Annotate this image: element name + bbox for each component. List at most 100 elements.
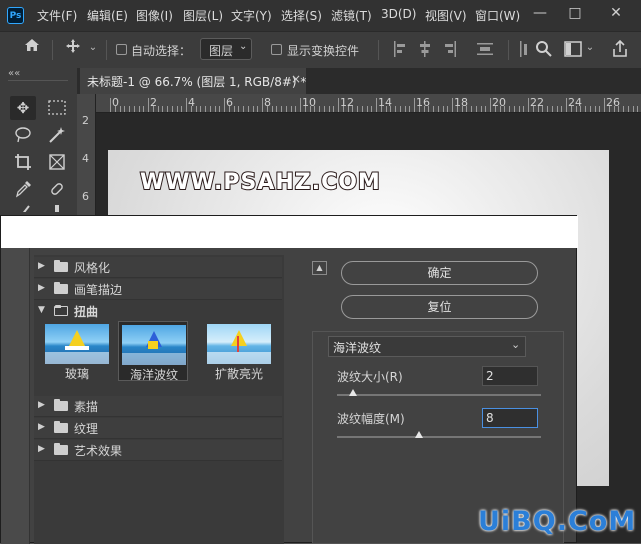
filter-thumb-label: 扩散亮光 — [214, 367, 263, 381]
menu-file[interactable]: 文件(F) — [37, 7, 77, 24]
filter-select-dropdown[interactable]: 海洋波纹 ⌄ — [328, 336, 526, 357]
ripple-magnitude-slider-handle[interactable] — [414, 431, 423, 438]
menu-image[interactable]: 图像(I) — [136, 7, 173, 24]
marquee-tool-icon[interactable] — [44, 96, 70, 120]
ripple-magnitude-input[interactable]: 8 — [482, 408, 538, 428]
glass-filter-preview — [45, 324, 109, 364]
menu-bar: Ps 文件(F) 编辑(E) 图像(I) 图层(L) 文字(Y) 选择(S) 滤… — [0, 0, 641, 31]
lasso-tool-icon[interactable] — [10, 123, 36, 147]
move-tool-icon[interactable]: ✥ — [10, 96, 36, 120]
expand-arrow-icon: ▶ — [38, 400, 45, 410]
category-label: 艺术效果 — [74, 444, 123, 458]
close-tab-icon[interactable]: × — [291, 72, 301, 86]
workspace-layout-icon[interactable] — [564, 41, 582, 60]
category-stylize[interactable]: ▶ 风格化 — [34, 257, 282, 278]
menu-window[interactable]: 窗口(W) — [475, 7, 520, 24]
chevron-down-icon: ⌄ — [511, 338, 521, 351]
collapse-panel-icon[interactable]: «« — [8, 68, 20, 79]
category-label: 画笔描边 — [74, 283, 123, 297]
chevron-up-icon: ▲ — [316, 263, 323, 272]
ocean-ripple-filter-preview — [122, 325, 186, 365]
eyedropper-tool-icon[interactable] — [10, 177, 36, 201]
ok-button[interactable]: 确定 — [341, 261, 538, 285]
frame-tool-icon[interactable] — [44, 150, 70, 174]
ripple-magnitude-label: 波纹幅度(M) — [337, 412, 405, 426]
align-top-icon[interactable] — [519, 41, 533, 60]
collapse-gallery-button[interactable]: ▲ — [312, 261, 327, 275]
category-label: 扭曲 — [74, 305, 99, 319]
document-text-layer: WWW.PSAHZ.COM — [139, 169, 381, 196]
menu-type[interactable]: 文字(Y) — [231, 7, 272, 24]
menu-edit[interactable]: 编辑(E) — [87, 7, 128, 24]
align-right-icon[interactable] — [443, 41, 457, 60]
filter-preview-area — [1, 216, 578, 248]
folder-icon — [54, 260, 68, 272]
filter-thumb-label: 海洋波纹 — [129, 368, 178, 382]
filter-thumb-glass[interactable]: 玻璃 — [42, 321, 112, 381]
brush-tool-icon[interactable] — [10, 204, 36, 212]
expand-arrow-icon: ▶ — [38, 422, 45, 432]
home-icon[interactable] — [22, 38, 42, 58]
ruler-tick-label: 4 — [82, 152, 89, 165]
category-label: 素描 — [74, 400, 99, 414]
minimize-button[interactable]: — — [520, 2, 560, 24]
category-distort[interactable]: ▼ 扭曲 — [34, 301, 282, 321]
align-center-icon[interactable] — [418, 41, 432, 60]
expand-arrow-icon: ▶ — [38, 283, 45, 293]
maximize-button[interactable]: □ — [555, 2, 595, 24]
photoshop-app-icon[interactable]: Ps — [7, 7, 24, 24]
search-icon[interactable] — [535, 40, 553, 61]
menu-select[interactable]: 选择(S) — [281, 7, 322, 24]
folder-icon — [54, 443, 68, 455]
horizontal-ruler: 0 2 4 6 8 10 12 14 16 18 20 22 24 26 — [95, 94, 641, 113]
show-transform-checkbox[interactable] — [271, 44, 282, 55]
preview-side-panel — [1, 248, 30, 544]
ripple-size-label: 波纹大小(R) — [337, 370, 403, 384]
filter-thumb-diffuse-glow[interactable]: 扩散亮光 — [204, 321, 274, 381]
crop-tool-icon[interactable] — [10, 150, 36, 174]
tab-document[interactable]: 未标题-1 @ 66.7% (图层 1, RGB/8#) * × — [80, 68, 307, 94]
sailboat-icon — [231, 330, 247, 346]
menu-3d[interactable]: 3D(D) — [381, 7, 416, 21]
collapse-arrow-icon: ▼ — [38, 305, 45, 315]
ripple-size-slider-track[interactable] — [337, 394, 541, 396]
filter-thumb-ocean-ripple[interactable]: 海洋波纹 — [118, 321, 188, 382]
chevron-down-icon[interactable]: ⌄ — [584, 38, 596, 58]
distribute-icon[interactable] — [477, 41, 493, 60]
filter-thumb-label: 玻璃 — [64, 367, 89, 381]
move-tool-icon[interactable] — [62, 38, 84, 60]
ruler-tick-label: 6 — [82, 190, 89, 203]
ripple-size-slider-handle[interactable] — [349, 389, 358, 396]
close-window-button[interactable]: ✕ — [596, 2, 636, 24]
align-left-icon[interactable] — [393, 41, 407, 60]
category-label: 风格化 — [74, 261, 111, 275]
share-icon[interactable] — [612, 39, 628, 61]
stamp-tool-icon[interactable] — [44, 204, 70, 212]
ripple-size-input[interactable]: 2 — [482, 366, 538, 386]
category-sketch[interactable]: ▶ 素描 — [34, 396, 282, 417]
chevron-down-icon[interactable]: ⌄ — [86, 38, 100, 58]
auto-select-checkbox[interactable] — [116, 44, 127, 55]
reset-button[interactable]: 复位 — [341, 295, 538, 319]
menu-filter[interactable]: 滤镜(T) — [331, 7, 372, 24]
magic-wand-tool-icon[interactable] — [44, 123, 70, 147]
category-brush-strokes[interactable]: ▶ 画笔描边 — [34, 279, 282, 300]
ripple-magnitude-slider-track[interactable] — [337, 436, 541, 438]
options-bar: ⌄ 自动选择： 图层 ⌄ 显示变换控件 ⌄ — [0, 31, 641, 69]
healing-brush-tool-icon[interactable] — [44, 177, 70, 201]
expand-arrow-icon: ▶ — [38, 444, 45, 454]
auto-select-label: 自动选择： — [131, 44, 192, 58]
document-tab-bar: 未标题-1 @ 66.7% (图层 1, RGB/8#) * × — [77, 68, 641, 94]
filter-category-list: ▶ 风格化 ▶ 画笔描边 ▼ 扭曲 玻璃 海洋波纹 扩散亮光 ▶ 素描 ▶ 纹理… — [34, 255, 284, 544]
menu-layer[interactable]: 图层(L) — [183, 7, 223, 24]
folder-icon — [54, 282, 68, 294]
layer-select-dropdown[interactable]: 图层 ⌄ — [200, 38, 252, 60]
menu-view[interactable]: 视图(V) — [425, 7, 467, 24]
category-texture[interactable]: ▶ 纹理 — [34, 418, 282, 439]
diffuse-glow-filter-preview — [207, 324, 271, 364]
sailboat-icon — [69, 330, 85, 346]
category-label: 纹理 — [74, 422, 99, 436]
show-transform-label: 显示变换控件 — [287, 44, 360, 58]
chevron-down-icon: ⌄ — [239, 41, 248, 52]
category-artistic[interactable]: ▶ 艺术效果 — [34, 440, 282, 461]
